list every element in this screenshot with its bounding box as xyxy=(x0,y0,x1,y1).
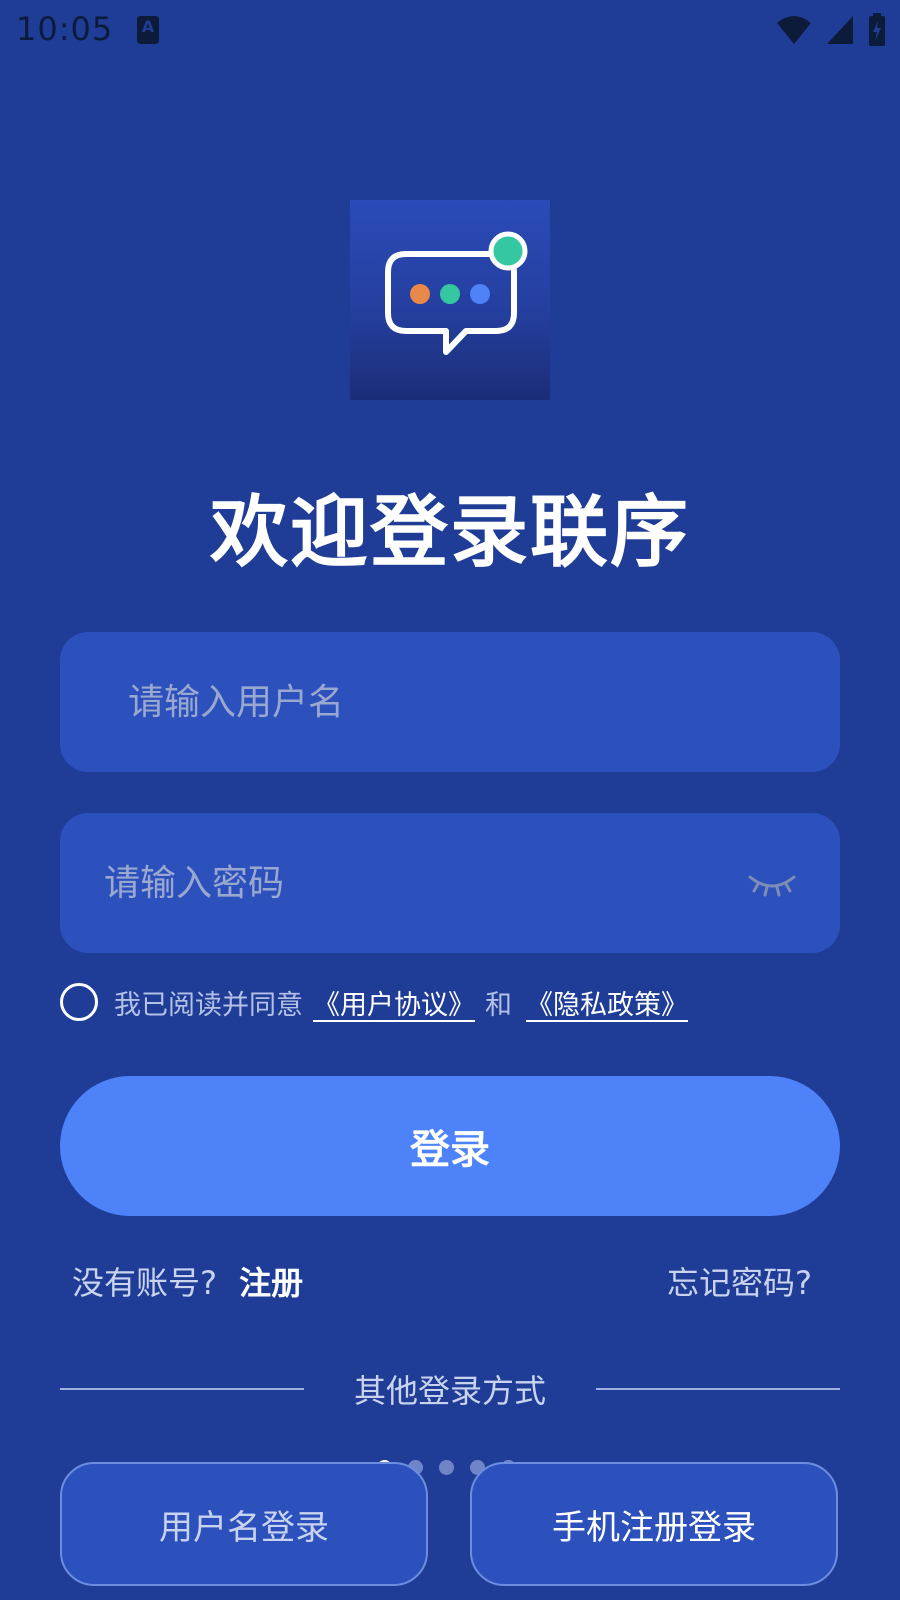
password-input[interactable] xyxy=(102,813,726,953)
register-prompt: 没有账号? xyxy=(72,1264,217,1302)
orange-dot xyxy=(410,284,430,304)
status-bar: 10:05 A xyxy=(0,0,900,62)
status-time: 10:05 xyxy=(16,10,114,48)
wifi-icon xyxy=(777,16,811,44)
keyboard-a-icon: A xyxy=(137,16,159,44)
page-dot xyxy=(439,1460,454,1475)
username-input[interactable] xyxy=(126,632,790,772)
username-field-container xyxy=(60,632,840,772)
forgot-password-link[interactable]: 忘记密码? xyxy=(667,1258,812,1304)
app-logo xyxy=(350,200,550,400)
eye-closed-icon[interactable] xyxy=(744,865,800,901)
status-icons xyxy=(776,12,886,48)
user-agreement-link[interactable]: 《用户协议》 xyxy=(313,983,475,1022)
agreement-prefix: 我已阅读并同意 xyxy=(114,989,303,1021)
username-login-button[interactable]: 用户名登录 xyxy=(60,1462,428,1586)
blue-dot xyxy=(470,284,490,304)
privacy-policy-link[interactable]: 《隐私政策》 xyxy=(526,983,688,1022)
battery-charging-icon xyxy=(869,13,885,46)
divider-right xyxy=(596,1388,840,1390)
page-title: 欢迎登录联序 xyxy=(209,488,690,578)
notification-badge xyxy=(488,231,528,271)
chat-bubble-icon xyxy=(385,231,528,355)
register-row: 没有账号? 注册 xyxy=(72,1258,303,1304)
phone-register-login-button[interactable]: 手机注册登录 xyxy=(470,1462,838,1586)
cell-signal-icon xyxy=(827,16,853,44)
password-field-container xyxy=(60,813,840,953)
agreement-radio[interactable] xyxy=(60,983,98,1021)
agreement-and: 和 xyxy=(485,989,512,1021)
register-link[interactable]: 注册 xyxy=(239,1264,303,1302)
green-dot xyxy=(440,284,460,304)
login-button[interactable]: 登录 xyxy=(60,1076,840,1216)
agreement-row: 我已阅读并同意 《用户协议》 和 《隐私政策》 xyxy=(60,980,694,1024)
